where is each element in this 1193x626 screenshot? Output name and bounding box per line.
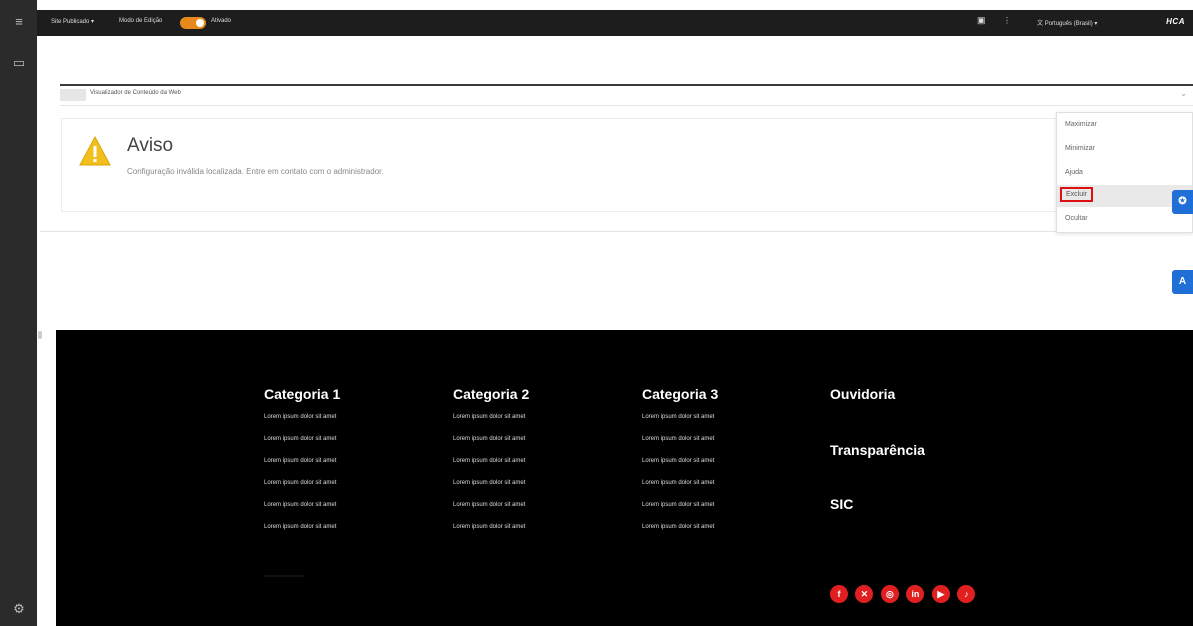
footer-link[interactable]: Lorem ipsum dolor sit amet	[264, 436, 340, 458]
footer-column-3: Categoria 3 Lorem ipsum dolor sit amet L…	[642, 386, 718, 546]
sic-link[interactable]: SIC	[830, 496, 853, 512]
brand-logo: HCA	[1166, 17, 1185, 26]
translate-icon: A	[1178, 276, 1187, 287]
linkedin-icon[interactable]: in	[906, 585, 925, 603]
footer-link[interactable]: Lorem ipsum dolor sit amet	[264, 414, 340, 436]
top-bar: Site Publicado ▾ Modo de Edição Ativado …	[37, 10, 1193, 36]
footer-column-2: Categoria 2 Lorem ipsum dolor sit amet L…	[453, 386, 529, 546]
language-label: Português (Brasil)	[1044, 21, 1093, 27]
site-footer: Categoria 1 Lorem ipsum dolor sit amet L…	[56, 330, 1193, 626]
ouvidoria-link[interactable]: Ouvidoria	[830, 386, 895, 402]
transparencia-link[interactable]: Transparência	[830, 442, 925, 458]
site-published-label: Site Publicado	[51, 19, 90, 25]
chevron-down-icon: ▾	[91, 19, 95, 25]
footer-divider	[264, 575, 304, 577]
settings-icon[interactable]: ⚙	[11, 601, 27, 617]
preview-icon[interactable]: ▣	[977, 15, 986, 26]
edit-mode-label: Modo de Edição	[119, 18, 163, 24]
footer-link[interactable]: Lorem ipsum dolor sit amet	[453, 524, 529, 546]
footer-link[interactable]: Lorem ipsum dolor sit amet	[453, 436, 529, 458]
instagram-icon[interactable]: ◎	[880, 585, 899, 603]
footer-link[interactable]: Lorem ipsum dolor sit amet	[264, 502, 340, 524]
footer-link[interactable]: Lorem ipsum dolor sit amet	[453, 502, 529, 524]
site-published-dropdown[interactable]: Site Publicado ▾	[51, 18, 94, 25]
edit-mode-state: Ativado	[211, 18, 232, 24]
menu-item-maximize[interactable]: Maximizar	[1057, 115, 1192, 137]
social-links: f ✕ ◎ in ▶ ♪	[830, 584, 978, 603]
footer-link[interactable]: Lorem ipsum dolor sit amet	[642, 436, 718, 458]
language-selector[interactable]: 文 Português (Brasil) ▾	[1037, 18, 1097, 27]
menu-item-help[interactable]: Ajuda	[1057, 163, 1192, 185]
youtube-icon[interactable]: ▶	[931, 585, 950, 603]
footer-link[interactable]: Lorem ipsum dolor sit amet	[642, 524, 718, 546]
resize-handle[interactable]	[38, 331, 42, 339]
footer-link[interactable]: Lorem ipsum dolor sit amet	[264, 480, 340, 502]
edit-mode-toggle[interactable]	[180, 17, 206, 29]
tiktok-icon[interactable]: ♪	[957, 585, 976, 603]
portlet-drag-handle[interactable]	[60, 89, 86, 101]
facebook-icon[interactable]: f	[830, 585, 848, 603]
footer-link[interactable]: Lorem ipsum dolor sit amet	[453, 480, 529, 502]
x-icon[interactable]: ✕	[855, 585, 874, 603]
chevron-down-icon: ▾	[1094, 21, 1098, 27]
menu-item-delete-label: Excluir	[1060, 187, 1094, 202]
product-menu-icon[interactable]: ≡	[11, 14, 27, 30]
footer-link[interactable]: Lorem ipsum dolor sit amet	[453, 458, 529, 480]
footer-column-title: Categoria 2	[453, 386, 530, 402]
left-rail: ≡ ▭ ⚙	[0, 0, 37, 626]
panel-icon[interactable]: ▭	[11, 55, 27, 71]
footer-link[interactable]: Lorem ipsum dolor sit amet	[642, 480, 718, 502]
translate-button[interactable]: A	[1172, 270, 1193, 294]
portlet-header: Visualizador de Conteúdo da Web ⌄	[60, 84, 1193, 106]
accessibility-icon: ✪	[1178, 196, 1187, 207]
menu-item-minimize[interactable]: Minimizar	[1057, 139, 1192, 161]
divider	[40, 231, 1193, 232]
accessibility-button[interactable]: ✪	[1172, 190, 1193, 214]
warning-icon	[79, 135, 111, 166]
portlet-options-menu: Maximizar Minimizar Ajuda Excluir Oculta…	[1056, 112, 1193, 233]
portlet-title: Visualizador de Conteúdo da Web	[90, 90, 181, 96]
warning-alert: Aviso Configuração inválida localizada. …	[61, 118, 1061, 212]
footer-link[interactable]: Lorem ipsum dolor sit amet	[642, 414, 718, 436]
footer-link[interactable]: Lorem ipsum dolor sit amet	[264, 524, 340, 546]
footer-column-title: Categoria 1	[264, 386, 341, 402]
footer-column-title: Categoria 3	[642, 386, 719, 402]
more-icon[interactable]: ⋮	[1003, 16, 1011, 25]
alert-title: Aviso	[127, 135, 174, 156]
alert-description: Configuração inválida localizada. Entre …	[127, 167, 384, 176]
footer-column-1: Categoria 1 Lorem ipsum dolor sit amet L…	[264, 386, 340, 546]
footer-link[interactable]: Lorem ipsum dolor sit amet	[642, 502, 718, 524]
chevron-down-icon[interactable]: ⌄	[1180, 89, 1187, 98]
footer-link[interactable]: Lorem ipsum dolor sit amet	[264, 458, 340, 480]
translate-small-icon: 文	[1037, 21, 1044, 27]
footer-link[interactable]: Lorem ipsum dolor sit amet	[642, 458, 718, 480]
footer-link[interactable]: Lorem ipsum dolor sit amet	[453, 414, 529, 436]
